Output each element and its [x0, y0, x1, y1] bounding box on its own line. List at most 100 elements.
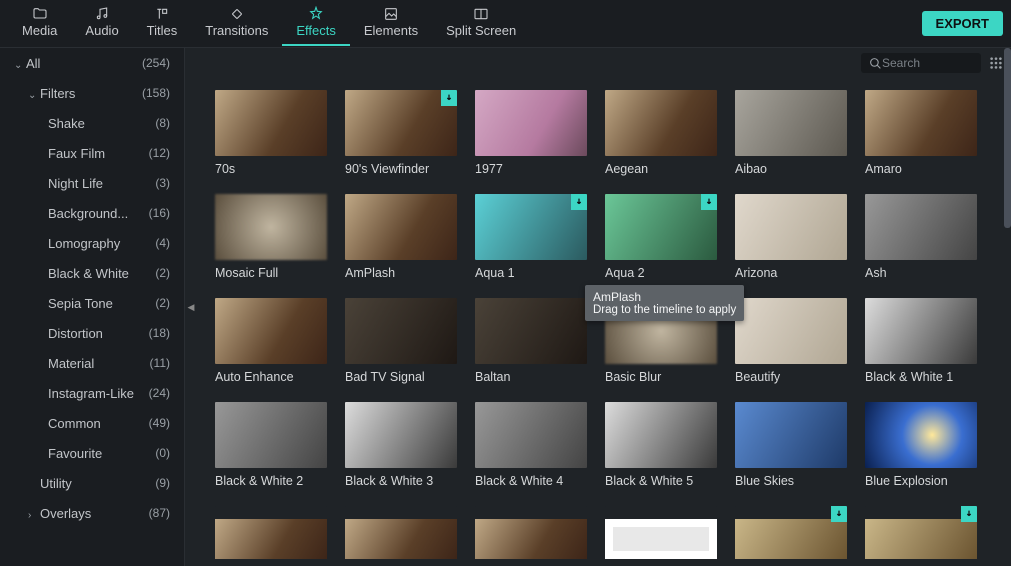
chevron-right-icon: › [28, 510, 38, 521]
effect-thumbnail [865, 402, 977, 468]
effect-thumbnail [475, 194, 587, 260]
sidebar-item-label: Lomography [48, 236, 120, 251]
effect-card[interactable] [865, 506, 977, 566]
tab-audio[interactable]: Audio [71, 1, 132, 46]
effect-card[interactable]: Black & White 2 [215, 402, 327, 488]
effect-label: Ash [865, 266, 977, 280]
effect-card[interactable]: Amaro [865, 90, 977, 176]
sidebar-item-label: Material [48, 356, 94, 371]
effect-card[interactable]: 90's Viewfinder [345, 90, 457, 176]
sidebar-item-label: Sepia Tone [48, 296, 113, 311]
effect-card[interactable]: Auto Enhance [215, 298, 327, 384]
sidebar-item-count: (9) [155, 476, 170, 490]
effect-label: Beautify [735, 370, 847, 384]
effect-thumbnail [605, 402, 717, 468]
download-icon[interactable] [701, 194, 717, 210]
sidebar-collapse-handle[interactable]: ◀ [185, 48, 197, 566]
tab-titles[interactable]: Titles [133, 1, 192, 46]
sidebar-item-count: (24) [149, 386, 170, 400]
sidebar-item-utility[interactable]: Utility (9) [0, 468, 184, 498]
effect-card[interactable]: Blue Explosion [865, 402, 977, 488]
effect-label: 1977 [475, 162, 587, 176]
effect-label: Aqua 1 [475, 266, 587, 280]
tab-transitions[interactable]: Transitions [191, 1, 282, 46]
export-button[interactable]: EXPORT [922, 11, 1003, 36]
tab-effects[interactable]: Effects [282, 1, 350, 46]
effect-card[interactable] [475, 506, 587, 566]
tab-split-screen[interactable]: Split Screen [432, 1, 530, 46]
effect-card[interactable]: Beautify [735, 298, 847, 384]
sidebar-item-label: Black & White [48, 266, 129, 281]
effect-thumbnail [605, 506, 717, 566]
download-icon[interactable] [831, 506, 847, 522]
sidebar-item-background-[interactable]: Background...(16) [0, 198, 184, 228]
effect-card[interactable]: Black & White 3 [345, 402, 457, 488]
effect-card[interactable]: Mosaic Full [215, 194, 327, 280]
sidebar-item-all[interactable]: ⌄All(254) [0, 48, 184, 78]
effect-card[interactable]: AmPlash [345, 194, 457, 280]
tab-label: Effects [296, 23, 336, 38]
sidebar-item-material[interactable]: Material(11) [0, 348, 184, 378]
sidebar-item-count: (49) [149, 416, 170, 430]
effect-card[interactable]: Black & White 5 [605, 402, 717, 488]
sidebar-item-label: All [26, 56, 40, 71]
vertical-scrollbar[interactable] [1004, 48, 1011, 228]
sidebar-item-filters[interactable]: ⌄Filters(158) [0, 78, 184, 108]
search-input[interactable] [882, 56, 972, 70]
sidebar-item-overlays[interactable]: ›Overlays(87) [0, 498, 184, 528]
search-box[interactable] [861, 53, 981, 73]
effect-thumbnail [865, 90, 977, 156]
sidebar-item-instagram-like[interactable]: Instagram-Like(24) [0, 378, 184, 408]
effect-card[interactable]: Blue Skies [735, 402, 847, 488]
tab-label: Transitions [205, 23, 268, 38]
effect-card[interactable]: Aegean [605, 90, 717, 176]
effect-thumbnail [215, 90, 327, 156]
effect-label: Basic Blur [605, 370, 717, 384]
effect-card[interactable]: 70s [215, 90, 327, 176]
effect-card[interactable] [215, 506, 327, 566]
tab-elements[interactable]: Elements [350, 1, 432, 46]
effect-card[interactable]: Bad TV Signal [345, 298, 457, 384]
sidebar-item-count: (2) [155, 296, 170, 310]
sidebar-item-label: Night Life [48, 176, 103, 191]
sidebar-item-lomography[interactable]: Lomography(4) [0, 228, 184, 258]
effect-card[interactable]: Aibao [735, 90, 847, 176]
effect-thumbnail [735, 506, 847, 566]
content-panel: 70s 90's Viewfinder 1977 AegeanAibaoAmaro Mo… [197, 48, 1011, 566]
sidebar-item-shake[interactable]: Shake(8) [0, 108, 184, 138]
sidebar-item-sepia-tone[interactable]: Sepia Tone (2) [0, 288, 184, 318]
tab-icon [382, 5, 400, 23]
download-icon[interactable] [441, 90, 457, 106]
sidebar-item-distortion[interactable]: Distortion(18) [0, 318, 184, 348]
effect-card[interactable]: Black & White 1 [865, 298, 977, 384]
effect-card[interactable]: Aqua 2 [605, 194, 717, 280]
effect-card[interactable]: Baltan [475, 298, 587, 384]
effect-label: AmPlash [345, 266, 457, 280]
download-icon[interactable] [961, 506, 977, 522]
tabs: Media Audio Titles Transitions Effects Elemen… [8, 1, 530, 46]
effect-label: 90's Viewfinder [345, 162, 457, 176]
effect-card[interactable] [345, 506, 457, 566]
effect-thumbnail [475, 90, 587, 156]
effect-card[interactable]: Black & White 4 [475, 402, 587, 488]
tab-label: Audio [85, 23, 118, 38]
effect-card[interactable]: Arizona [735, 194, 847, 280]
sidebar-item-faux-film[interactable]: Faux Film(12) [0, 138, 184, 168]
sidebar-item-night-life[interactable]: Night Life(3) [0, 168, 184, 198]
effect-thumbnail [215, 506, 327, 566]
effect-card[interactable]: 1977 [475, 90, 587, 176]
download-icon[interactable] [571, 194, 587, 210]
sidebar-item-common[interactable]: Common(49) [0, 408, 184, 438]
sidebar-item-label: Utility [40, 476, 72, 491]
effect-card[interactable] [605, 506, 717, 566]
grid-view-icon[interactable] [989, 56, 1003, 70]
effect-thumbnail [475, 402, 587, 468]
chevron-down-icon: ⌄ [28, 90, 38, 101]
sidebar-item-black-white[interactable]: Black & White(2) [0, 258, 184, 288]
effect-thumbnail [345, 194, 457, 260]
effect-card[interactable]: Aqua 1 [475, 194, 587, 280]
tab-media[interactable]: Media [8, 1, 71, 46]
effect-card[interactable] [735, 506, 847, 566]
effect-card[interactable]: Ash [865, 194, 977, 280]
sidebar-item-favourite[interactable]: Favourite(0) [0, 438, 184, 468]
